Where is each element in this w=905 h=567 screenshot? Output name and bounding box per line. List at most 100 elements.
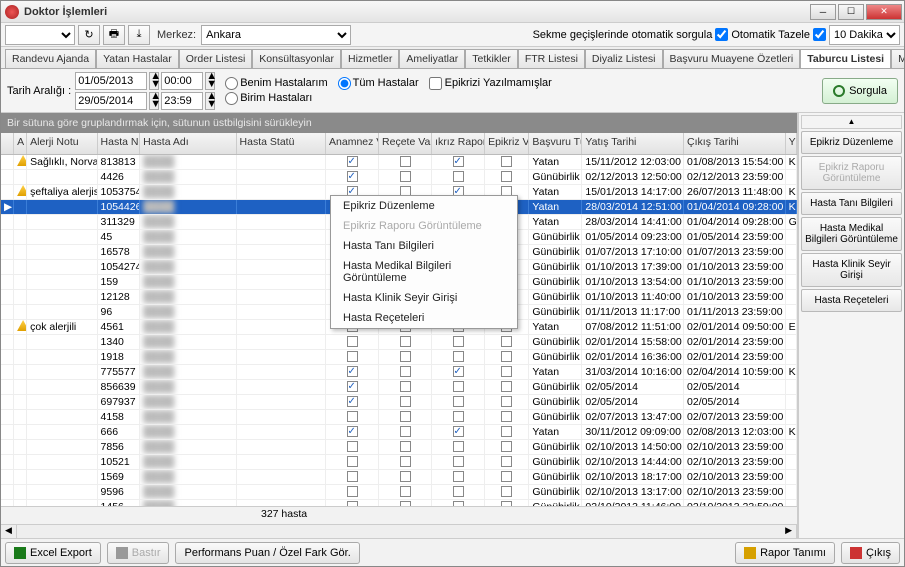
- check-epikriz[interactable]: Epikrizi Yazılmamışlar: [429, 77, 552, 90]
- time-from[interactable]: [161, 72, 203, 90]
- table-row[interactable]: 856639████Günübirlik02/05/201402/05/2014: [1, 380, 797, 395]
- tab-order-listesi[interactable]: Order Listesi: [179, 49, 253, 68]
- merkez-label: Merkez:: [157, 29, 196, 41]
- autoquery-check[interactable]: Sekme geçişlerinde otomatik sorgula: [533, 28, 729, 41]
- menu-item: Epikriz Raporu Görüntüleme: [331, 216, 517, 236]
- menu-item[interactable]: Epikriz Düzenleme: [331, 196, 517, 216]
- window-title: Doktor İşlemleri: [24, 6, 107, 18]
- table-row[interactable]: 1918████Günübirlik02/01/2014 16:36:0002/…: [1, 350, 797, 365]
- table-row[interactable]: 4426████Günübirlik02/12/2013 12:50:0002/…: [1, 170, 797, 185]
- report-icon: [744, 547, 756, 559]
- autorefresh-check[interactable]: Otomatik Tazele: [731, 28, 826, 41]
- warning-icon: [17, 155, 27, 166]
- filter-bar: Tarih Aralığı : ▲▼ ▲▼ ▲▼ ▲▼ Benim Hastal…: [1, 69, 904, 113]
- titlebar: Doktor İşlemleri ─ ☐ ✕: [1, 1, 904, 23]
- date-range-label: Tarih Aralığı :: [7, 85, 71, 97]
- side-button[interactable]: Hasta Klinik Seyir Girişi: [801, 253, 902, 287]
- query-button[interactable]: Sorgula: [822, 78, 898, 104]
- tab-yatan-hastalar[interactable]: Yatan Hastalar: [96, 49, 179, 68]
- tab-hizmetler[interactable]: Hizmetler: [341, 49, 399, 68]
- table-row[interactable]: 4158████Günübirlik02/07/2013 13:47:0002/…: [1, 410, 797, 425]
- perf-button[interactable]: Performans Puan / Özel Fark Gör.: [175, 542, 359, 564]
- table-row[interactable]: 666████Yatan30/11/2012 09:09:0002/08/201…: [1, 425, 797, 440]
- horizontal-scrollbar[interactable]: ◀▶: [1, 524, 797, 538]
- app-icon: [5, 5, 19, 19]
- tab-başvuru-muayene-özetleri[interactable]: Başvuru Muayene Özetleri: [663, 49, 801, 68]
- date-to-spin[interactable]: ▲▼: [149, 92, 159, 110]
- refresh-icon[interactable]: ↻: [78, 25, 100, 45]
- tab-medikal-rapor-listesi[interactable]: Medikal Rapor Listesi: [891, 49, 904, 68]
- col-header[interactable]: Anamnez Var: [326, 133, 379, 154]
- side-button[interactable]: Hasta Medikal Bilgileri Görüntüleme: [801, 217, 902, 251]
- tab-ftr-listesi[interactable]: FTR Listesi: [518, 49, 585, 68]
- col-header[interactable]: Çıkış Tarihi: [684, 133, 786, 154]
- print-button[interactable]: Bastır: [107, 542, 170, 564]
- print-icon[interactable]: 🖶: [103, 25, 125, 45]
- table-row[interactable]: 7856████Günübirlik02/10/2013 14:50:0002/…: [1, 440, 797, 455]
- table-row[interactable]: 10521████Günübirlik02/10/2013 14:44:0002…: [1, 455, 797, 470]
- main-toolbar: ↻ 🖶 ⤓ Merkez: Ankara Sekme geçişlerinde …: [1, 23, 904, 47]
- menu-item[interactable]: Hasta Tanı Bilgileri: [331, 236, 517, 256]
- table-row[interactable]: Sağlıklı, Norvasc, As813813████Yatan15/1…: [1, 155, 797, 170]
- col-header[interactable]: Alerji Notu: [27, 133, 97, 154]
- interval-select[interactable]: 10 Dakika: [829, 25, 900, 45]
- col-header[interactable]: Y: [786, 133, 797, 154]
- col-header[interactable]: Reçete Var: [379, 133, 432, 154]
- time-to-spin[interactable]: ▲▼: [205, 92, 215, 110]
- user-select[interactable]: [5, 25, 75, 45]
- radio-all-patients[interactable]: Tüm Hastalar: [338, 77, 419, 90]
- date-from[interactable]: [75, 72, 147, 90]
- tab-konsültasyonlar[interactable]: Konsültasyonlar: [252, 49, 341, 68]
- table-row[interactable]: 1340████Günübirlik02/01/2014 15:58:0002/…: [1, 335, 797, 350]
- col-header[interactable]: Epikriz Var: [485, 133, 529, 154]
- side-scroll-up[interactable]: ▲: [801, 115, 902, 129]
- menu-item[interactable]: Hasta Klinik Seyir Girişi: [331, 288, 517, 308]
- radio-unit-patients[interactable]: Birim Hastaları: [225, 92, 312, 105]
- report-def-button[interactable]: Rapor Tanımı: [735, 542, 835, 564]
- merkez-select[interactable]: Ankara: [201, 25, 351, 45]
- side-button[interactable]: Epikriz Düzenleme: [801, 131, 902, 154]
- col-header[interactable]: Hasta No: [98, 133, 141, 154]
- radio-my-patients[interactable]: Benim Hastalarım: [225, 77, 327, 90]
- close-button[interactable]: ✕: [866, 4, 902, 20]
- time-from-spin[interactable]: ▲▼: [205, 72, 215, 90]
- table-row[interactable]: 9596████Günübirlik02/10/2013 13:17:0002/…: [1, 485, 797, 500]
- group-panel[interactable]: Bir sütuna göre gruplandırmak için, sütu…: [1, 113, 797, 133]
- excel-icon: [14, 547, 26, 559]
- maximize-button[interactable]: ☐: [838, 4, 864, 20]
- col-header[interactable]: A: [14, 133, 27, 154]
- search-icon: [833, 85, 845, 97]
- menu-item[interactable]: Hasta Medikal Bilgileri Görüntüleme: [331, 256, 517, 288]
- minimize-button[interactable]: ─: [810, 4, 836, 20]
- context-menu: Epikriz DüzenlemeEpikriz Raporu Görüntül…: [330, 195, 518, 329]
- tab-tetkikler[interactable]: Tetkikler: [465, 49, 518, 68]
- warning-icon: [17, 320, 27, 331]
- side-button[interactable]: Hasta Tanı Bilgileri: [801, 192, 902, 215]
- tab-diyaliz-listesi[interactable]: Diyaliz Listesi: [585, 49, 663, 68]
- date-from-spin[interactable]: ▲▼: [149, 72, 159, 90]
- side-button[interactable]: Hasta Reçeteleri: [801, 289, 902, 312]
- col-header[interactable]: Yatış Tarihi: [582, 133, 684, 154]
- grid-footer: 327 hasta: [1, 506, 797, 524]
- col-header[interactable]: Başvuru Türü: [529, 133, 582, 154]
- col-header[interactable]: [1, 133, 14, 154]
- table-row[interactable]: 775577████Yatan31/03/2014 10:16:0002/04/…: [1, 365, 797, 380]
- time-to[interactable]: [161, 92, 203, 110]
- print-icon: [116, 547, 128, 559]
- date-to[interactable]: [75, 92, 147, 110]
- menu-item[interactable]: Hasta Reçeteleri: [331, 308, 517, 328]
- exit-button[interactable]: Çıkış: [841, 542, 900, 564]
- col-header[interactable]: Hasta Adı: [140, 133, 236, 154]
- side-panel: ▲ Epikriz DüzenlemeEpikriz Raporu Görünt…: [798, 113, 904, 538]
- tabstrip: Randevu AjandaYatan HastalarOrder Listes…: [1, 47, 904, 69]
- tab-ameliyatlar[interactable]: Ameliyatlar: [399, 49, 465, 68]
- tab-taburcu-listesi[interactable]: Taburcu Listesi: [800, 49, 891, 68]
- col-header[interactable]: ıkrız Rapor V.: [432, 133, 485, 154]
- table-row[interactable]: 1569████Günübirlik02/10/2013 18:17:0002/…: [1, 470, 797, 485]
- grid-header: AAlerji NotuHasta NoHasta AdıHasta Statü…: [1, 133, 797, 155]
- tab-randevu-ajanda[interactable]: Randevu Ajanda: [5, 49, 96, 68]
- excel-export-button[interactable]: Excel Export: [5, 542, 101, 564]
- col-header[interactable]: Hasta Statü: [237, 133, 326, 154]
- table-row[interactable]: 697937████Günübirlik02/05/201402/05/2014: [1, 395, 797, 410]
- export-icon[interactable]: ⤓: [128, 25, 150, 45]
